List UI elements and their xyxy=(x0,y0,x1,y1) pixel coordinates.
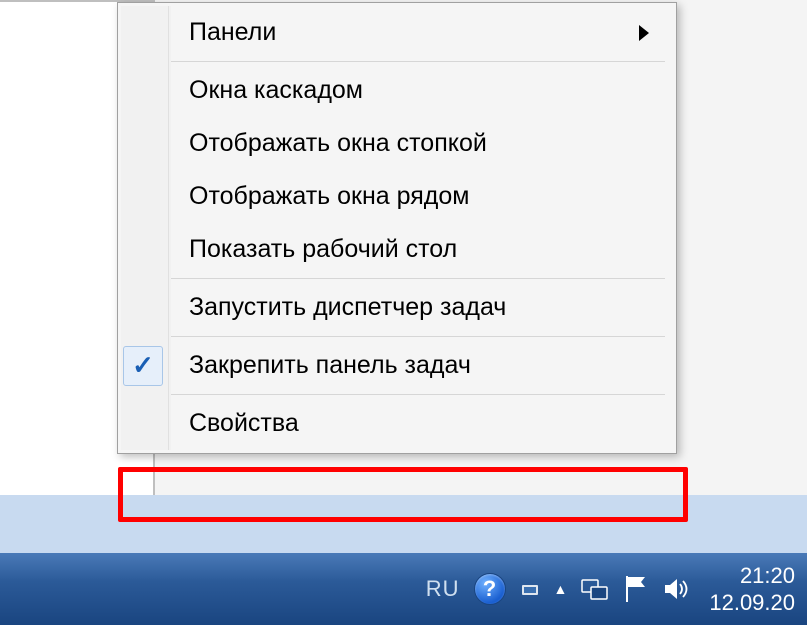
system-tray: RU ? ▲ xyxy=(426,573,694,605)
menu-item-stack[interactable]: Отображать окна стопкой xyxy=(171,117,673,170)
help-icon[interactable]: ? xyxy=(474,573,506,605)
menu-item-task-manager[interactable]: Запустить диспетчер задач xyxy=(171,281,673,334)
desktop-area xyxy=(0,495,807,553)
menu-item-label: Свойства xyxy=(189,409,299,438)
menu-item-label: Панели xyxy=(189,18,276,47)
menu-item-sidebyside[interactable]: Отображать окна рядом xyxy=(171,170,673,223)
taskbar-context-menu: Панели Окна каскадом Отображать окна сто… xyxy=(117,2,677,454)
language-indicator[interactable]: RU xyxy=(426,576,460,602)
volume-icon[interactable] xyxy=(663,575,693,603)
menu-separator xyxy=(171,278,665,279)
menu-item-show-desktop[interactable]: Показать рабочий стол xyxy=(171,223,673,276)
tray-expand-icon[interactable]: ▲ xyxy=(554,581,568,597)
menu-separator xyxy=(171,336,665,337)
menu-item-label: Окна каскадом xyxy=(189,76,363,105)
submenu-arrow-icon xyxy=(639,25,649,41)
generic-tray-icon[interactable] xyxy=(520,579,540,599)
clock-time: 21:20 xyxy=(709,562,795,590)
menu-item-lock-taskbar[interactable]: ✓ Закрепить панель задач xyxy=(171,339,673,392)
menu-item-label: Запустить диспетчер задач xyxy=(189,293,506,322)
action-center-icon[interactable] xyxy=(623,574,649,604)
menu-item-cascade[interactable]: Окна каскадом xyxy=(171,64,673,117)
menu-item-label: Закрепить панель задач xyxy=(189,351,471,380)
menu-item-toolbars[interactable]: Панели xyxy=(171,6,673,59)
network-icon[interactable] xyxy=(581,577,609,601)
checkmark-icon: ✓ xyxy=(123,346,163,386)
menu-item-properties[interactable]: Свойства xyxy=(171,397,673,450)
clock-date: 12.09.20 xyxy=(709,589,795,617)
menu-item-label: Отображать окна стопкой xyxy=(189,129,487,158)
menu-item-label: Показать рабочий стол xyxy=(189,235,457,264)
taskbar-clock[interactable]: 21:20 12.09.20 xyxy=(709,562,801,617)
menu-item-label: Отображать окна рядом xyxy=(189,182,469,211)
menu-separator xyxy=(171,394,665,395)
menu-separator xyxy=(171,61,665,62)
